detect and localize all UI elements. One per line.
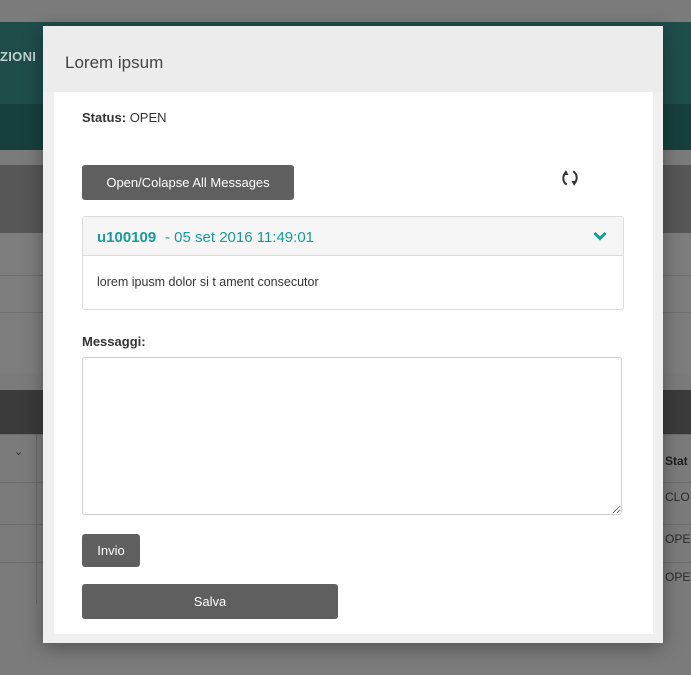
message-date: - 05 set 2016 11:49:01: [165, 229, 315, 246]
background-column-separator: [36, 434, 37, 604]
chevron-down-icon: ⌄: [14, 446, 24, 458]
status-line: Status: OPEN: [82, 110, 167, 125]
modal-title: Lorem ipsum: [65, 53, 164, 72]
message-input[interactable]: [82, 357, 622, 515]
modal-header: Lorem ipsum: [43, 26, 663, 92]
background-menu-label: ZIONI: [0, 49, 37, 64]
send-button[interactable]: Invio: [82, 534, 140, 567]
modal-body: Status: OPEN Open/Colapse All Messages u…: [54, 92, 653, 634]
message-panel: u100109 - 05 set 2016 11:49:01 lorem ipu…: [82, 216, 624, 310]
status-label: Status:: [82, 110, 127, 125]
table-cell-status: OPE: [665, 570, 691, 584]
modal-dialog: Lorem ipsum Status: OPEN Open/Colapse Al…: [43, 26, 663, 643]
table-header-status: Stat: [665, 454, 688, 468]
refresh-icon[interactable]: [559, 167, 581, 189]
messages-label: Messaggi:: [82, 334, 146, 349]
message-author: u100109: [97, 229, 157, 246]
table-cell-status: OPE: [665, 532, 691, 546]
toggle-all-messages-button[interactable]: Open/Colapse All Messages: [82, 165, 294, 200]
message-header[interactable]: u100109 - 05 set 2016 11:49:01: [83, 217, 623, 256]
chevron-down-icon[interactable]: [593, 230, 607, 242]
status-value: OPEN: [129, 110, 167, 125]
table-cell-status: CLO: [665, 490, 690, 504]
message-text: lorem ipusm dolor si t ament consecutor: [97, 275, 319, 289]
save-button[interactable]: Salva: [82, 584, 338, 619]
